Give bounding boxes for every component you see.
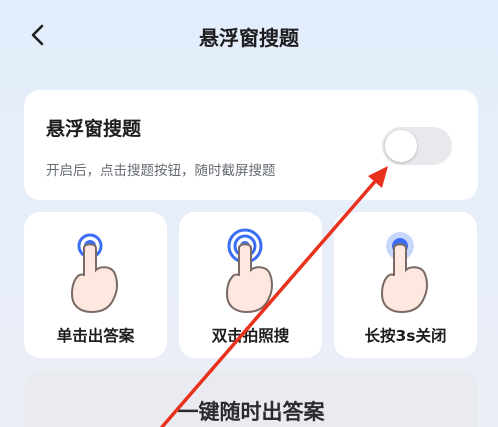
mode-card-single-tap: 单击出答案 (24, 212, 167, 358)
header: 悬浮窗搜题 (0, 0, 498, 72)
floating-window-card: 悬浮窗搜题 开启后，点击搜题按钮，随时截屏搜题 (24, 90, 478, 200)
mode-label-double-tap: 双击拍照搜 (211, 327, 290, 345)
mode-card-double-tap: 双击拍照搜 (179, 212, 322, 358)
floating-window-title: 悬浮窗搜题 (46, 118, 142, 140)
single-tap-icon (70, 233, 118, 314)
floating-window-toggle[interactable] (382, 127, 452, 165)
floating-window-description: 开启后，点击搜题按钮，随时截屏搜题 (46, 163, 276, 179)
long-press-icon (380, 232, 428, 314)
toggle-knob (385, 130, 417, 162)
page-title: 悬浮窗搜题 (199, 26, 299, 50)
mode-card-long-press: 长按3s关闭 (334, 212, 477, 358)
banner-text: 一键随时出答案 (177, 400, 325, 424)
double-tap-icon (225, 228, 273, 314)
mode-label-long-press: 长按3s关闭 (364, 327, 447, 345)
mode-label-single-tap: 单击出答案 (56, 327, 135, 345)
feature-banner: 一键随时出答案 (24, 370, 478, 427)
